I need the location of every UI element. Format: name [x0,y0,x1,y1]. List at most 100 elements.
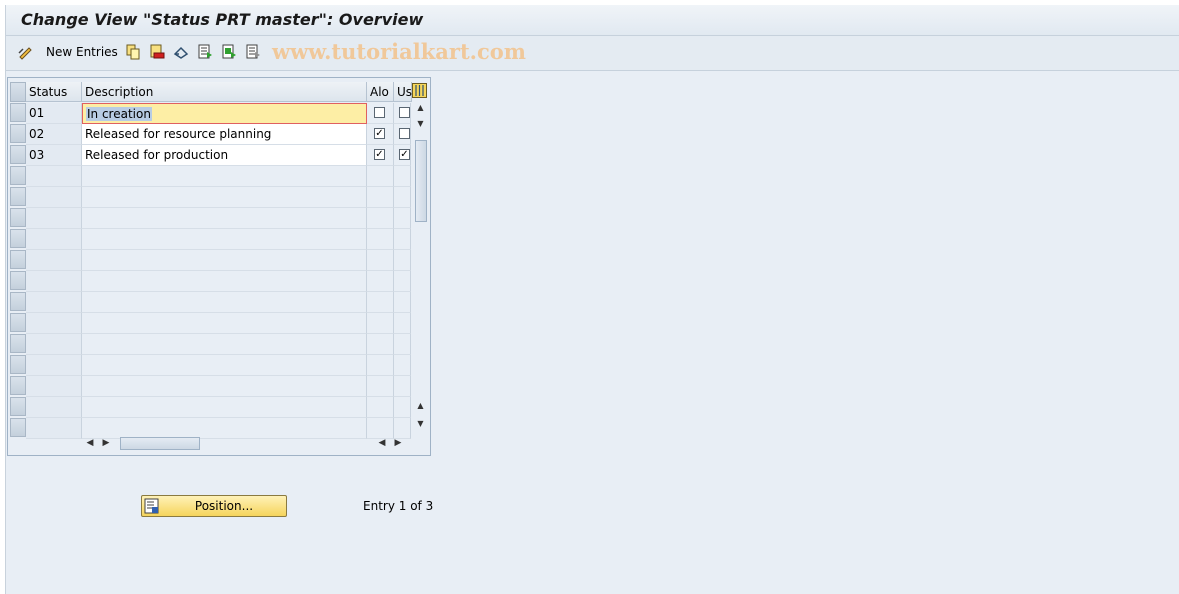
empty-cell [394,208,411,229]
deselect-all-icon[interactable] [244,43,262,61]
row-selector[interactable] [10,292,26,311]
us-cell [394,103,411,124]
empty-cell [394,229,411,250]
page-title: Change View "Status PRT master": Overvie… [21,10,424,29]
empty-cell [367,250,394,271]
row-selector[interactable] [10,355,26,374]
row-selector[interactable] [10,271,26,290]
column-header-description[interactable]: Description [82,82,367,102]
select-block-icon[interactable] [220,43,238,61]
status-cell: 03 [26,145,82,166]
description-input[interactable]: In creation [82,103,367,124]
copy-icon[interactable] [124,43,142,61]
empty-cell [82,229,367,250]
empty-cell [394,355,411,376]
row-selector[interactable] [10,313,26,332]
empty-cell [82,166,367,187]
row-selector[interactable] [10,334,26,353]
horizontal-scrollbar[interactable]: ◀ ▶ ◀ ▶ [82,435,412,451]
column-header-alo[interactable]: Alo [367,82,394,102]
empty-cell [26,271,82,292]
empty-cell [367,376,394,397]
row-selector[interactable] [10,229,26,248]
sap-window: Change View "Status PRT master": Overvie… [5,5,1179,594]
empty-cell [26,313,82,334]
empty-cell [26,355,82,376]
us-checkbox[interactable] [399,107,410,118]
select-all-icon[interactable] [196,43,214,61]
delete-icon[interactable] [148,43,166,61]
alo-cell: ✓ [367,124,394,145]
empty-cell [82,397,367,418]
row-selector[interactable] [10,397,26,416]
position-button-label: Position... [194,499,254,513]
scroll-up-icon[interactable]: ▲ [413,102,428,114]
empty-cell [394,166,411,187]
scroll-down-icon[interactable]: ▼ [413,118,428,130]
description-text: In creation [86,107,152,121]
scroll-right-icon[interactable]: ▶ [392,435,404,451]
vertical-scroll-thumb[interactable] [415,140,427,222]
scroll-left-icon[interactable]: ◀ [376,435,388,451]
status-cell: 02 [26,124,82,145]
empty-cell [367,397,394,418]
new-entries-button[interactable]: New Entries [46,45,118,59]
empty-cell [367,271,394,292]
empty-cell [394,376,411,397]
row-selector[interactable] [10,166,26,185]
row-selector[interactable] [10,208,26,227]
empty-cell [26,418,82,439]
empty-cell [394,271,411,292]
description-input[interactable]: Released for production [82,145,367,166]
status-table: Status Description Alo Us 01 In creation… [7,77,431,456]
vertical-scrollbar[interactable]: ▲ ▼ ▲ ▼ [413,102,428,436]
page-down-icon[interactable]: ▼ [413,418,428,430]
select-all-rows-handle[interactable] [10,82,26,102]
empty-cell [26,208,82,229]
empty-cell [26,334,82,355]
us-checkbox[interactable] [399,128,410,139]
entry-counter: Entry 1 of 3 [363,499,434,513]
empty-cell [82,250,367,271]
row-selector[interactable] [10,376,26,395]
alo-checkbox[interactable]: ✓ [374,128,385,139]
us-cell [394,124,411,145]
row-selector[interactable] [10,418,26,437]
empty-cell [367,208,394,229]
empty-cell [82,208,367,229]
page-up-icon[interactable]: ▲ [413,400,428,412]
change-display-icon[interactable] [17,43,35,61]
empty-cell [367,292,394,313]
position-button[interactable]: Position... [141,495,287,517]
scroll-left-icon[interactable]: ◀ [84,435,96,451]
column-header-status[interactable]: Status [26,82,82,102]
horizontal-scroll-thumb[interactable] [120,437,200,450]
us-checkbox[interactable]: ✓ [399,149,410,160]
description-input[interactable]: Released for resource planning [82,124,367,145]
alo-checkbox[interactable]: ✓ [374,149,385,160]
alo-checkbox[interactable] [374,107,385,118]
empty-cell [367,355,394,376]
empty-cell [394,397,411,418]
column-header-us[interactable]: Us [394,82,412,102]
status-cell: 01 [26,103,82,124]
row-selector[interactable] [10,250,26,269]
title-bar: Change View "Status PRT master": Overvie… [6,5,1179,36]
empty-cell [394,187,411,208]
row-selector[interactable] [10,187,26,206]
row-selector[interactable] [10,145,26,164]
empty-cell [394,334,411,355]
scroll-right-icon[interactable]: ▶ [100,435,112,451]
empty-cell [26,292,82,313]
empty-cell [367,187,394,208]
empty-cell [367,166,394,187]
table-settings-icon[interactable] [412,83,427,98]
empty-cell [82,376,367,397]
empty-cell [26,187,82,208]
empty-cell [394,250,411,271]
row-selector[interactable] [10,103,26,122]
undo-icon[interactable] [172,43,190,61]
empty-cell [394,313,411,334]
empty-cell [26,250,82,271]
row-selector[interactable] [10,124,26,143]
